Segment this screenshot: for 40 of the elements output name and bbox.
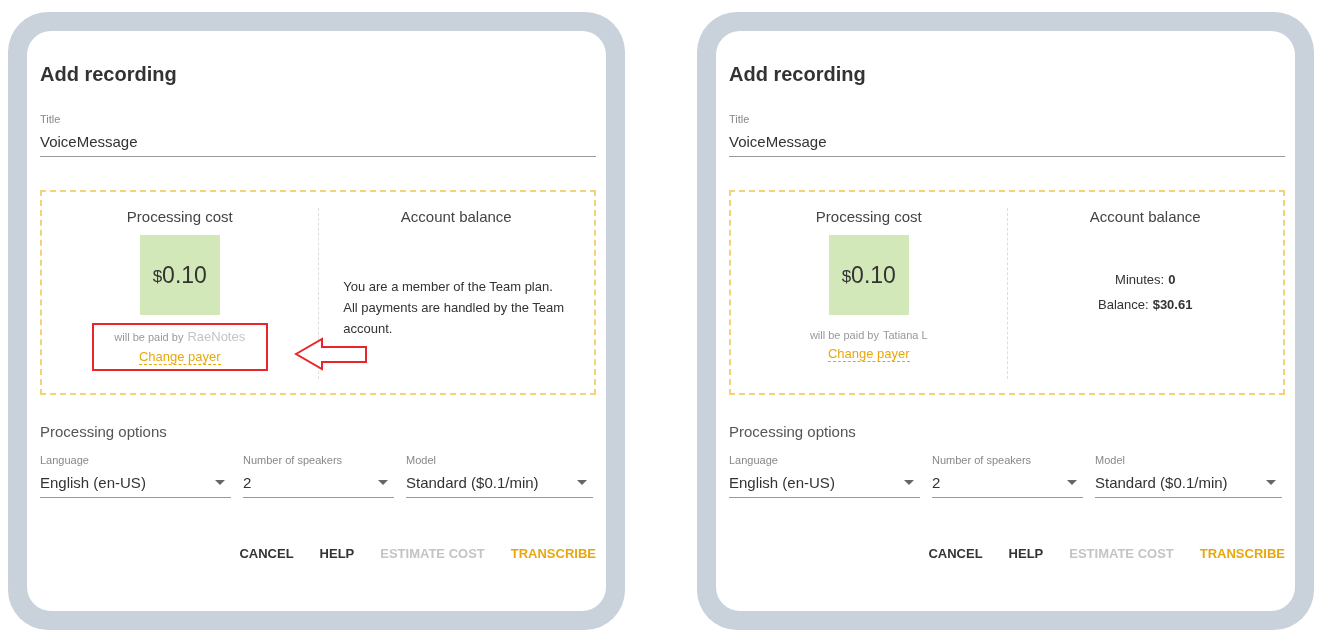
action-button[interactable]: HELP xyxy=(311,540,363,567)
select-field[interactable]: Number of speakers 2 xyxy=(243,454,394,498)
title-field[interactable]: Title VoiceMessage xyxy=(40,113,596,157)
arrow-icon xyxy=(293,337,368,371)
action-button[interactable]: CANCEL xyxy=(920,540,991,567)
currency-sign: $ xyxy=(152,267,163,287)
balance-value: 0 xyxy=(1168,272,1176,287)
options-heading: Processing options xyxy=(729,423,857,440)
balance-label: Balance: xyxy=(1098,297,1149,312)
caret-icon xyxy=(378,480,388,485)
caret-icon xyxy=(904,480,914,485)
balance-label: Minutes: xyxy=(1115,272,1165,287)
select-field[interactable]: Model Standard ($0.1/min) xyxy=(406,454,593,498)
action-button[interactable]: CANCEL xyxy=(231,540,302,567)
balance-heading: Account balance xyxy=(400,208,512,225)
options-heading: Processing options xyxy=(40,423,168,440)
payer-name: RaeNotes xyxy=(187,329,246,344)
balance-heading: Account balance xyxy=(1089,208,1201,225)
price-amount: 0.10 xyxy=(851,261,896,289)
balance-value: $30.61 xyxy=(1152,297,1193,312)
cost-heading: Processing cost xyxy=(815,208,922,225)
dialog-title: Add recording xyxy=(729,63,867,87)
title-field[interactable]: Title VoiceMessage xyxy=(729,113,1285,157)
caret-icon xyxy=(215,480,225,485)
caret-icon xyxy=(577,480,587,485)
select-field[interactable]: Language English (en-US) xyxy=(729,454,920,498)
select-field[interactable]: Language English (en-US) xyxy=(40,454,231,498)
cost-heading: Processing cost xyxy=(126,208,233,225)
price-amount: 0.10 xyxy=(162,261,207,289)
paid-by-label: will be paid by xyxy=(809,329,879,341)
currency-sign: $ xyxy=(841,267,852,287)
paid-by-label: will be paid by xyxy=(114,331,184,343)
dialog-title: Add recording xyxy=(40,63,178,87)
caret-icon xyxy=(1266,480,1276,485)
select-field[interactable]: Model Standard ($0.1/min) xyxy=(1095,454,1282,498)
caret-icon xyxy=(1067,480,1077,485)
payer-name: Tatiana L xyxy=(882,329,928,341)
team-plan-note: You are a member of the Team plan. All payments are handled by the Team account. xyxy=(343,277,566,338)
action-button[interactable]: HELP xyxy=(1000,540,1052,567)
select-field[interactable]: Number of speakers 2 xyxy=(932,454,1083,498)
